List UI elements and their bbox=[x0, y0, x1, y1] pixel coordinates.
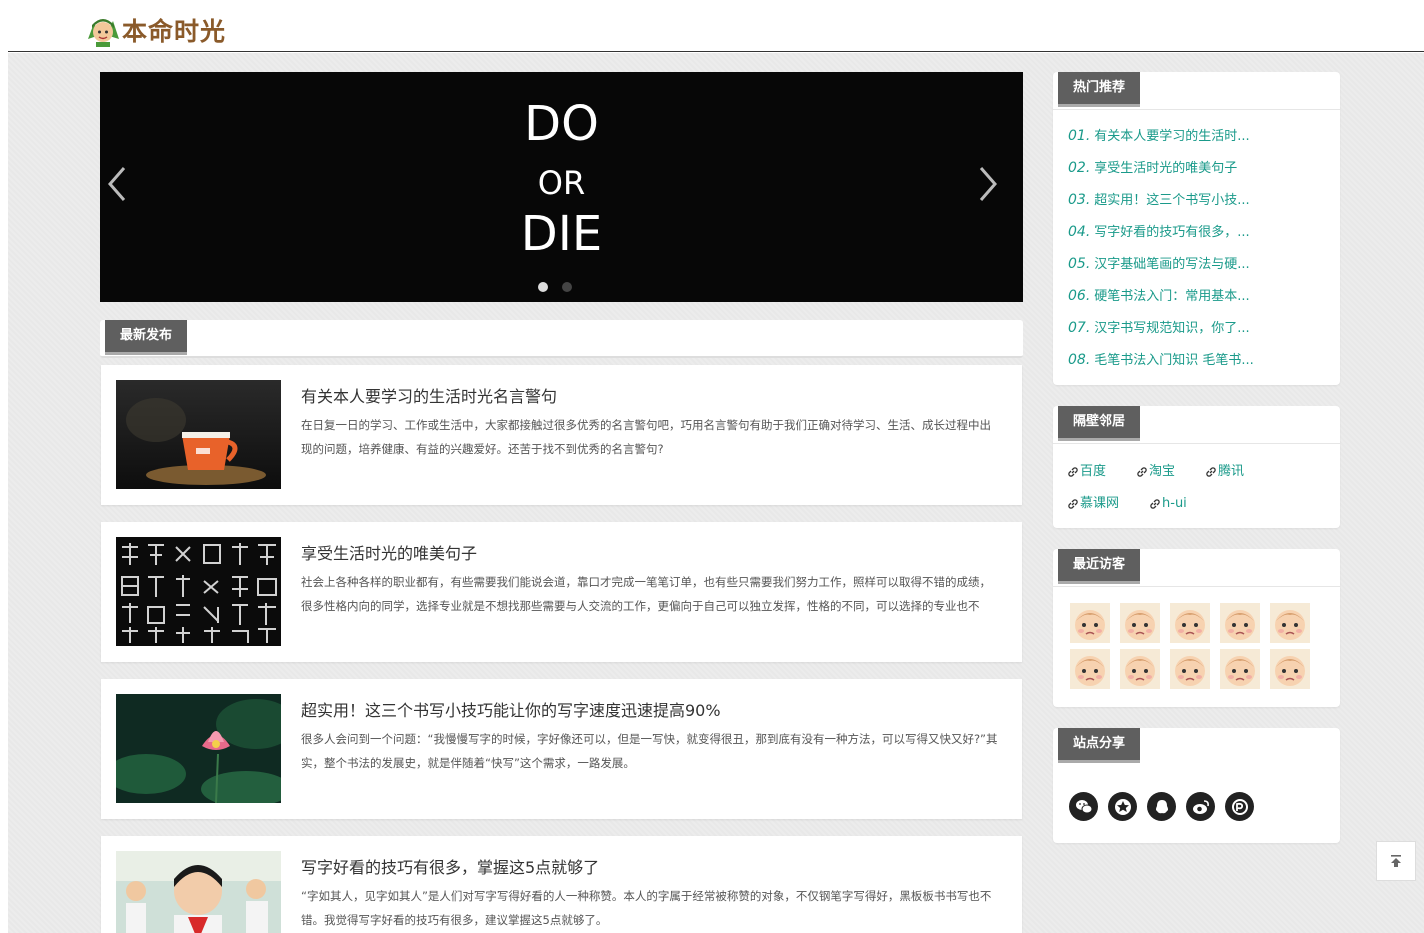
banner-carousel[interactable]: DO OR DIE bbox=[100, 72, 1023, 302]
carousel-next-icon[interactable] bbox=[977, 164, 1001, 204]
link-icon bbox=[1206, 467, 1216, 477]
article-thumbnail[interactable] bbox=[116, 380, 281, 489]
pengyou-icon[interactable] bbox=[1225, 792, 1254, 821]
widget-header: 热门推荐 bbox=[1053, 72, 1340, 110]
carousel-dot-1[interactable] bbox=[538, 282, 548, 292]
widget-title: 站点分享 bbox=[1058, 728, 1141, 763]
logo-mascot-icon bbox=[86, 13, 120, 47]
hot-list: 01. 有关本人要学习的生活时... 02. 享受生活时光的唯美句子 03. 超实用！… bbox=[1053, 110, 1340, 376]
banner-line-2: OR bbox=[537, 164, 586, 202]
carousel-indicators bbox=[538, 282, 572, 292]
link-icon bbox=[1150, 499, 1160, 509]
article-title[interactable]: 超实用！这三个书写小技巧能让你的写字速度迅速提高90% bbox=[301, 697, 721, 721]
widget-title: 隔壁邻居 bbox=[1058, 406, 1141, 441]
article-thumbnail[interactable] bbox=[116, 537, 281, 646]
qq-icon[interactable] bbox=[1147, 792, 1176, 821]
article-summary: 社会上各种各样的职业都有，有些需要我们能说会道，靠口才完成一笔笔订单，也有些只需… bbox=[301, 575, 991, 613]
banner-line-3: DIE bbox=[520, 206, 603, 262]
article-summary: “字如其人，见字如其人”是人们对写字写得好看的人一种称赞。本人的字属于经常被称赞… bbox=[301, 889, 992, 927]
link-icon bbox=[1068, 499, 1078, 509]
qzone-icon[interactable] bbox=[1108, 792, 1137, 821]
banner-line-1: DO bbox=[524, 96, 599, 152]
site-share-widget: 站点分享 bbox=[1053, 728, 1340, 843]
widget-title: 最近访客 bbox=[1058, 549, 1141, 584]
link-icon bbox=[1068, 467, 1078, 477]
hot-item[interactable]: 01. 有关本人要学习的生活时... bbox=[1068, 120, 1340, 152]
article-title[interactable]: 有关本人要学习的生活时光名言警句 bbox=[301, 383, 557, 407]
visitor-avatar[interactable] bbox=[1220, 649, 1260, 689]
site-logo[interactable]: 本命时光 bbox=[86, 12, 226, 48]
article-thumbnail[interactable] bbox=[116, 694, 281, 803]
back-to-top-button[interactable] bbox=[1376, 841, 1416, 881]
visitor-avatar[interactable] bbox=[1270, 603, 1310, 643]
link-imooc[interactable]: 慕课网 bbox=[1067, 488, 1119, 520]
hot-item[interactable]: 02. 享受生活时光的唯美句子 bbox=[1068, 152, 1340, 184]
site-header: 本命时光 bbox=[8, 0, 1424, 52]
article-card[interactable]: 写字好看的技巧有很多，掌握这5点就够了 “字如其人，见字如其人”是人们对写字写得… bbox=[101, 836, 1022, 933]
hot-item[interactable]: 03. 超实用！这三个书写小技... bbox=[1068, 184, 1340, 216]
site-title: 本命时光 bbox=[122, 17, 227, 46]
weibo-icon[interactable] bbox=[1186, 792, 1215, 821]
widget-title: 热门推荐 bbox=[1058, 72, 1141, 107]
article-card[interactable]: 有关本人要学习的生活时光名言警句 在日复一日的学习、工作或生活中，大家都接触过很… bbox=[101, 365, 1022, 505]
widget-header: 最近访客 bbox=[1053, 549, 1340, 587]
wechat-icon[interactable] bbox=[1069, 792, 1098, 821]
link-icon bbox=[1137, 467, 1147, 477]
visitor-avatar[interactable] bbox=[1220, 603, 1260, 643]
link-h-ui[interactable]: h-ui bbox=[1149, 488, 1187, 520]
hot-item[interactable]: 08. 毛笔书法入门知识 毛笔书... bbox=[1068, 344, 1340, 376]
neighbor-links-widget: 隔壁邻居 百度 淘宝 腾讯 慕课网 h-ui bbox=[1053, 406, 1340, 528]
carousel-dot-2[interactable] bbox=[562, 282, 572, 292]
visitor-avatar[interactable] bbox=[1170, 649, 1210, 689]
link-taobao[interactable]: 淘宝 bbox=[1136, 456, 1175, 488]
link-baidu[interactable]: 百度 bbox=[1067, 456, 1106, 488]
neighbor-links: 百度 淘宝 腾讯 慕课网 h-ui bbox=[1053, 444, 1313, 520]
article-card[interactable]: 超实用！这三个书写小技巧能让你的写字速度迅速提高90% 很多人会问到一个问题：“… bbox=[101, 679, 1022, 819]
widget-header: 站点分享 bbox=[1053, 728, 1340, 766]
carousel-prev-icon[interactable] bbox=[104, 164, 128, 204]
share-buttons bbox=[1053, 766, 1340, 821]
latest-section-title: 最新发布 bbox=[105, 320, 188, 355]
visitor-avatar[interactable] bbox=[1270, 649, 1310, 689]
visitor-avatar[interactable] bbox=[1120, 603, 1160, 643]
latest-section-header: 最新发布 bbox=[100, 320, 1023, 358]
widget-header: 隔壁邻居 bbox=[1053, 406, 1340, 444]
article-card[interactable]: 享受生活时光的唯美句子 社会上各种各样的职业都有，有些需要我们能说会道，靠口才完… bbox=[101, 522, 1022, 662]
article-title[interactable]: 享受生活时光的唯美句子 bbox=[301, 540, 477, 564]
article-title[interactable]: 写字好看的技巧有很多，掌握这5点就够了 bbox=[301, 854, 599, 878]
article-summary: 很多人会问到一个问题：“我慢慢写字的时候，字好像还可以，但是一写快，就变得很丑，… bbox=[301, 732, 998, 770]
article-thumbnail[interactable] bbox=[116, 851, 281, 933]
arrow-up-icon bbox=[1391, 855, 1401, 867]
hot-item[interactable]: 05. 汉字基础笔画的写法与硬... bbox=[1068, 248, 1340, 280]
hot-recommend-widget: 热门推荐 01. 有关本人要学习的生活时... 02. 享受生活时光的唯美句子 03… bbox=[1053, 72, 1340, 385]
recent-visitors-widget: 最近访客 bbox=[1053, 549, 1340, 707]
visitor-avatar[interactable] bbox=[1070, 603, 1110, 643]
visitor-avatar[interactable] bbox=[1070, 649, 1110, 689]
visitor-avatars bbox=[1053, 587, 1340, 689]
visitor-avatar[interactable] bbox=[1120, 649, 1160, 689]
link-tencent[interactable]: 腾讯 bbox=[1205, 456, 1244, 488]
visitor-avatar[interactable] bbox=[1170, 603, 1210, 643]
hot-item[interactable]: 04. 写字好看的技巧有很多，... bbox=[1068, 216, 1340, 248]
hot-item[interactable]: 06. 硬笔书法入门：常用基本... bbox=[1068, 280, 1340, 312]
hot-item[interactable]: 07. 汉字书写规范知识，你了... bbox=[1068, 312, 1340, 344]
article-summary: 在日复一日的学习、工作或生活中，大家都接触过很多优秀的名言警句吧，巧用名言警句有… bbox=[301, 418, 991, 456]
